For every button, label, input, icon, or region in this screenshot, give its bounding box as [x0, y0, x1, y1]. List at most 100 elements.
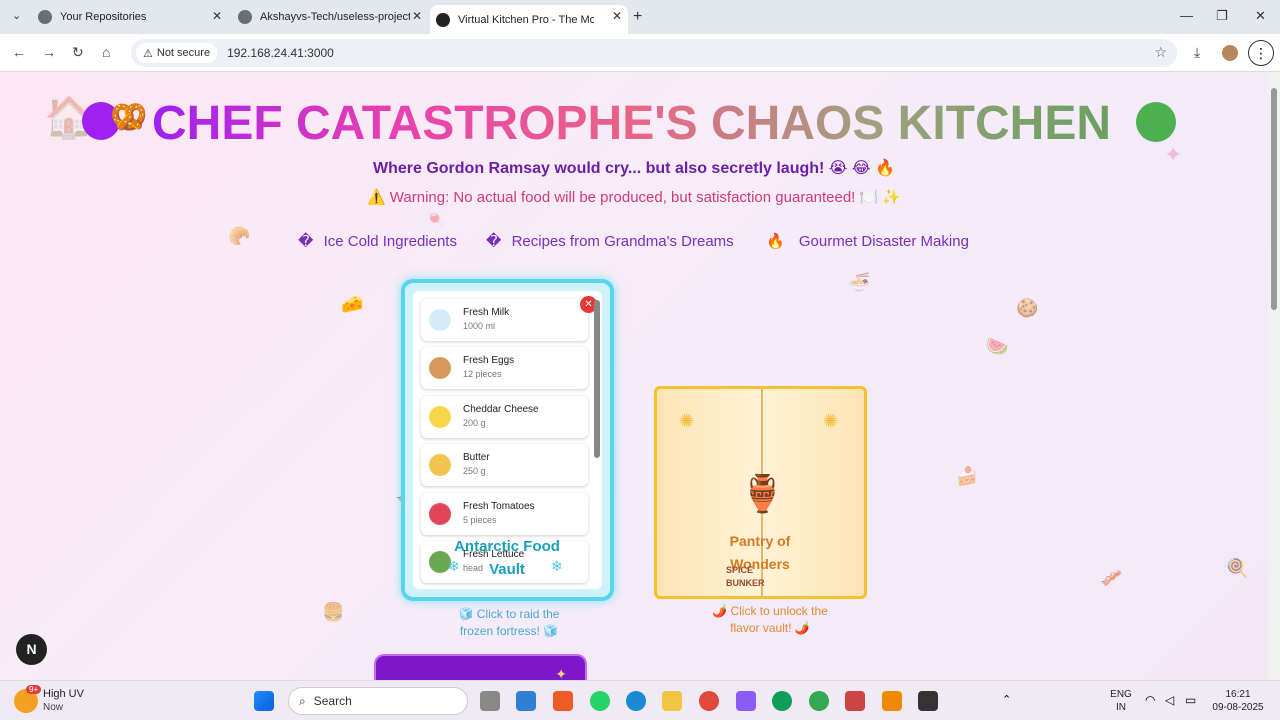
- whatsapp-icon[interactable]: [590, 691, 610, 711]
- download-icon[interactable]: ⤓: [1194, 44, 1200, 61]
- url-text[interactable]: 192.168.24.41:3000: [227, 46, 334, 60]
- weather-badge: 9+: [26, 685, 42, 694]
- file-explorer-icon[interactable]: [662, 691, 682, 711]
- fridge-item[interactable]: Fresh Eggs 12 pieces: [421, 347, 588, 389]
- item-name: Fresh Milk: [463, 307, 510, 318]
- browser-tab-bar: ⌄ Your Repositories ✕ Akshayvs-Tech/usel…: [0, 0, 1280, 34]
- wifi-icon[interactable]: ◠: [1145, 693, 1155, 707]
- security-label: Not secure: [156, 47, 211, 59]
- feature-label: Recipes from Grandma's Dreams: [511, 233, 734, 250]
- tab-close-icon[interactable]: ✕: [412, 9, 422, 23]
- minimize-button[interactable]: —: [1180, 8, 1193, 23]
- pantry-caption: 🌶️ Click to unlock the flavor vault! 🌶️: [712, 604, 828, 635]
- security-chip[interactable]: ⚠ Not secure: [136, 43, 218, 63]
- weather-title[interactable]: High UV: [43, 688, 84, 700]
- search-placeholder: Search: [313, 694, 352, 708]
- feature-label: Ice Cold Ingredients: [323, 233, 457, 250]
- warning-text: ⚠️ Warning: No actual food will be produ…: [366, 189, 902, 206]
- tab-title: Virtual Kitchen Pro - The Most U: [458, 13, 594, 26]
- volume-icon[interactable]: ◁: [1165, 693, 1174, 707]
- battery-icon[interactable]: ▭: [1185, 693, 1196, 707]
- tab-search-chevron-icon[interactable]: ⌄: [12, 9, 21, 22]
- language-label: ENG: [1110, 689, 1132, 700]
- ice-icon: �: [298, 233, 314, 250]
- fridge-scrollbar-thumb[interactable]: [594, 300, 600, 458]
- item-name: Fresh Tomatoes: [463, 501, 535, 512]
- fire-icon: 🔥: [766, 233, 785, 250]
- item-qty: 1000 ml: [463, 321, 496, 331]
- cheese-icon: 🧀: [341, 294, 364, 314]
- item-qty: 5 pieces: [463, 515, 497, 525]
- page-scrollbar[interactable]: [1268, 72, 1280, 680]
- tab-close-icon[interactable]: ✕: [212, 9, 222, 23]
- reload-icon[interactable]: ↻: [72, 44, 84, 61]
- omnibox[interactable]: ⚠ Not secure 192.168.24.41:3000 ☆: [131, 39, 1177, 67]
- menu-kebab-icon[interactable]: ⋮: [1248, 40, 1274, 66]
- item-qty: 250 g: [463, 466, 486, 476]
- tab-your-repositories[interactable]: Your Repositories ✕: [32, 5, 228, 29]
- tab-title: Your Repositories: [60, 11, 147, 23]
- fridge-scrollbar[interactable]: [593, 296, 601, 586]
- cheese-icon: [429, 406, 451, 428]
- copilot-icon[interactable]: [736, 691, 756, 711]
- bookmark-star-icon[interactable]: ☆: [1154, 44, 1167, 61]
- home-icon[interactable]: ⌂: [102, 44, 110, 60]
- fridge-item[interactable]: Cheddar Cheese 200 g: [421, 396, 588, 438]
- kitchen-page: 🏠 🥨 CHEF CATASTROPHE'S CHAOS KITCHEN ✦ W…: [0, 72, 1268, 680]
- feature-ice-cold: � Ice Cold Ingredients: [298, 232, 457, 250]
- pretzel-icon: 🥨: [110, 101, 148, 134]
- chrome-icon[interactable]: [699, 691, 719, 711]
- nextjs-dev-button[interactable]: N: [16, 634, 47, 665]
- mongodb-icon[interactable]: [772, 691, 792, 711]
- app-icon: [436, 12, 450, 27]
- snipping-tool-icon[interactable]: [845, 691, 865, 711]
- cookie-icon: 🍪: [1016, 298, 1039, 318]
- tab-useless-project[interactable]: Akshayvs-Tech/useless-project- ✕: [232, 5, 428, 29]
- fridge-item[interactable]: Fresh Milk 1000 ml: [421, 299, 588, 341]
- scrollbar-thumb[interactable]: [1271, 88, 1277, 310]
- edge-icon[interactable]: [626, 691, 646, 711]
- chrome-profile-icon[interactable]: [809, 691, 829, 711]
- warning-icon: ⚠: [143, 47, 153, 60]
- fridge-item[interactable]: Butter 250 g: [421, 444, 588, 486]
- brave-icon[interactable]: [553, 691, 573, 711]
- butter-icon: [429, 454, 451, 476]
- tab-close-icon[interactable]: ✕: [612, 9, 622, 23]
- address-toolbar: ← → ↻ ⌂ ⚠ Not secure 192.168.24.41:3000 …: [0, 34, 1280, 72]
- tab-virtual-kitchen[interactable]: Virtual Kitchen Pro - The Most U ✕: [430, 5, 628, 34]
- search-icon: ⌕: [299, 693, 306, 708]
- maximize-button[interactable]: ❐: [1216, 8, 1228, 24]
- sun-decor-icon: ✺: [823, 411, 839, 431]
- vlc-icon[interactable]: [882, 691, 902, 711]
- windows-start-icon[interactable]: [254, 691, 274, 711]
- terminal-icon[interactable]: [918, 691, 938, 711]
- sun-decor-icon: ✺: [679, 411, 695, 431]
- spice-bunker-label: SPICE BUNKER: [726, 565, 765, 588]
- new-tab-button[interactable]: +: [633, 8, 642, 26]
- clock[interactable]: 16:21 09-08-2025: [1206, 688, 1270, 714]
- forward-icon[interactable]: →: [42, 44, 56, 60]
- profile-avatar[interactable]: [1222, 45, 1238, 61]
- back-icon[interactable]: ←: [12, 44, 26, 60]
- item-name: Fresh Eggs: [463, 355, 515, 366]
- feature-label: Gourmet Disaster Making: [798, 233, 969, 250]
- vscode-icon[interactable]: [516, 691, 536, 711]
- tab-title: Akshayvs-Tech/useless-project-: [260, 11, 410, 23]
- task-view-icon[interactable]: [480, 691, 500, 711]
- github-icon: [238, 10, 252, 24]
- tray-chevron-icon[interactable]: ⌃: [1002, 693, 1011, 706]
- fridge-label: Antarctic Food Vault: [454, 538, 560, 578]
- cake-icon: 🍰: [956, 466, 979, 486]
- taskbar-search[interactable]: ⌕ Search: [288, 687, 468, 715]
- language-indicator[interactable]: ENG IN: [1110, 688, 1132, 714]
- item-qty: 200 g: [463, 418, 486, 428]
- croissant-icon: 🥐: [228, 226, 251, 246]
- amphora-icon: 🏺: [740, 473, 785, 514]
- tomato-icon: [429, 503, 451, 525]
- egg-icon: [429, 357, 451, 379]
- github-icon: [38, 10, 52, 24]
- region-label: IN: [1116, 702, 1126, 713]
- fridge-item[interactable]: Fresh Tomatoes 5 pieces: [421, 493, 588, 535]
- close-window-button[interactable]: ✕: [1255, 8, 1266, 24]
- feature-grandma-recipes: � Recipes from Grandma's Dreams: [486, 232, 734, 250]
